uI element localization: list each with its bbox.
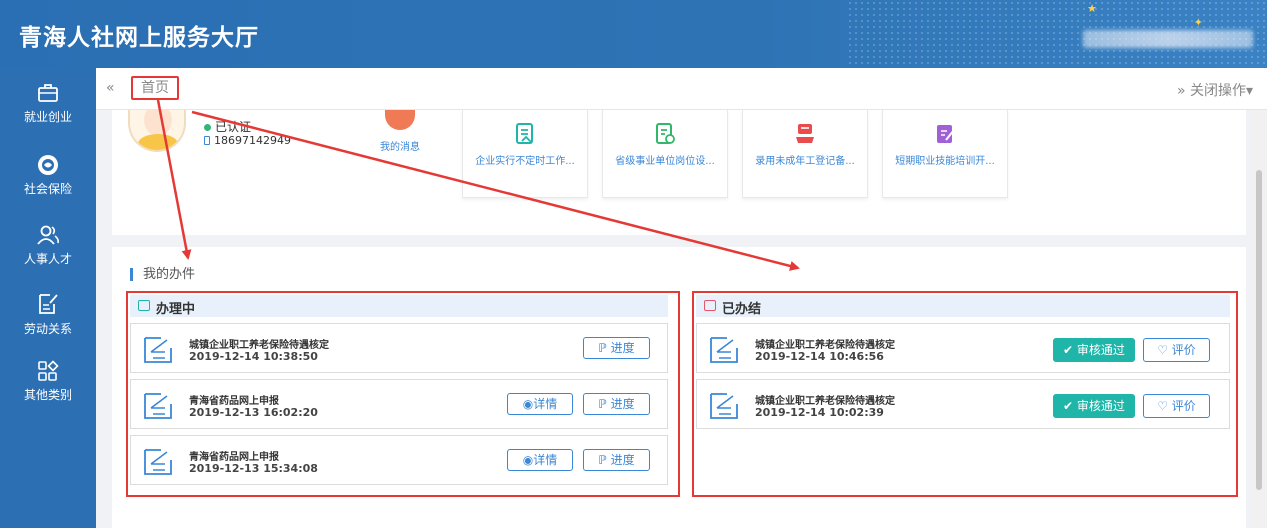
sidebar-item-label: 劳动关系 xyxy=(23,322,72,336)
in-progress-header: 办理中 xyxy=(130,295,668,317)
sidebar-item-employment[interactable]: 就业创业 xyxy=(0,72,96,142)
task-name: 青海省药品网上申报 xyxy=(189,396,279,407)
sidebar-item-personnel[interactable]: 人事人才 xyxy=(0,214,96,284)
registration-icon xyxy=(796,124,814,143)
verified-label: 已认证 xyxy=(215,120,252,134)
rate-label: 评价 xyxy=(1171,343,1196,357)
phone-value: 18697142949 xyxy=(214,134,291,147)
blurred-user-info xyxy=(1083,30,1253,48)
close-operations-menu[interactable]: » 关闭操作▾ xyxy=(1177,80,1253,100)
task-time: 2019-12-14 10:38:50 xyxy=(189,350,318,363)
detail-label: 详情 xyxy=(533,453,558,467)
task-name: 青海省药品网上申报 xyxy=(189,452,279,463)
sidebar-item-other[interactable]: 其他类别 xyxy=(0,350,96,420)
task-item: 城镇企业职工养老保险待遇核定 2019-12-14 10:38:50 ℙ 进度 xyxy=(130,323,668,373)
task-name: 城镇企业职工养老保险待遇核定 xyxy=(755,396,895,407)
sidebar: 就业创业 社会保险 人事人才 劳动关系 其他类别 xyxy=(0,68,96,528)
task-item: 城镇企业职工养老保险待遇核定 2019-12-14 10:02:39 ✔ 审核通… xyxy=(696,379,1230,429)
service-card-label: 企业实行不定时工作... xyxy=(475,156,575,167)
service-card-label: 省级事业单位岗位设... xyxy=(615,156,715,167)
tab-home[interactable]: 首页 xyxy=(131,76,179,100)
star-icon: ✦ xyxy=(1193,16,1203,29)
insurance-logo-icon xyxy=(38,155,58,175)
service-card-label: 录用未成年工登记备... xyxy=(755,156,855,167)
sidebar-item-labor-relations[interactable]: 劳动关系 xyxy=(0,282,96,352)
approved-badge[interactable]: ✔ 审核通过 xyxy=(1053,338,1135,362)
task-item: 青海省药品网上申报 2019-12-13 15:34:08 ◉详情 ℙ 进度 xyxy=(130,435,668,485)
in-progress-column: 办理中 城镇企业职工养老保险待遇核定 2019-12-14 10:38:50 ℙ… xyxy=(126,291,680,497)
sidebar-item-social-insurance[interactable]: 社会保险 xyxy=(0,144,96,214)
scrollbar-thumb[interactable] xyxy=(1256,170,1262,490)
document-sign-icon xyxy=(144,449,172,475)
document-sign-icon xyxy=(144,393,172,419)
service-card[interactable]: 企业实行不定时工作... xyxy=(462,110,588,198)
location-pin-icon xyxy=(204,124,211,131)
section-title: 我的办件 xyxy=(130,268,195,281)
phone-icon xyxy=(204,136,210,145)
progress-label: 进度 xyxy=(610,453,635,467)
task-item: 青海省药品网上申报 2019-12-13 16:02:20 ◉详情 ℙ 进度 xyxy=(130,379,668,429)
service-card-label: 短期职业技能培训开... xyxy=(895,156,995,167)
monitor-check-icon xyxy=(704,300,716,311)
task-name: 城镇企业职工养老保险待遇核定 xyxy=(755,340,895,351)
my-messages-button[interactable]: 我的消息 xyxy=(370,110,430,153)
service-card[interactable]: 录用未成年工登记备... xyxy=(742,110,868,198)
main-content: 已认证 18697142949 我的消息 企业实行不定时工作... 省级事业单位… xyxy=(96,110,1251,528)
avatar[interactable] xyxy=(128,110,186,152)
approved-label: 审核通过 xyxy=(1076,343,1125,357)
my-tasks-panel: 我的办件 办理中 城镇企业职工养老保险待遇核定 2019-12-14 10:38… xyxy=(112,247,1246,528)
done-column: 已办结 城镇企业职工养老保险待遇核定 2019-12-14 10:46:56 ✔… xyxy=(692,291,1238,497)
approved-label: 审核通过 xyxy=(1076,399,1125,413)
checklist-icon xyxy=(656,123,675,144)
document-edit-icon xyxy=(39,294,58,314)
service-card[interactable]: 短期职业技能培训开... xyxy=(882,110,1008,198)
app-header: 青海人社网上服务大厅 ★ ✦ xyxy=(0,0,1267,68)
task-name: 城镇企业职工养老保险待遇核定 xyxy=(189,340,329,351)
rate-label: 评价 xyxy=(1171,399,1196,413)
done-title: 已办结 xyxy=(722,302,762,317)
progress-label: 进度 xyxy=(610,397,635,411)
done-header: 已办结 xyxy=(696,295,1230,317)
detail-label: 详情 xyxy=(533,397,558,411)
rate-button[interactable]: ♡ 评价 xyxy=(1143,394,1210,418)
in-progress-title: 办理中 xyxy=(156,302,196,317)
sidebar-item-label: 人事人才 xyxy=(23,252,72,266)
briefcase-icon xyxy=(38,84,58,102)
detail-button[interactable]: ◉详情 xyxy=(507,449,573,471)
progress-label: 进度 xyxy=(610,341,635,355)
sidebar-item-label: 其他类别 xyxy=(23,388,72,402)
sidebar-item-label: 社会保险 xyxy=(23,182,72,196)
bell-icon xyxy=(385,110,415,130)
task-time: 2019-12-13 15:34:08 xyxy=(189,462,318,475)
document-sign-icon xyxy=(710,393,738,419)
star-icon: ★ xyxy=(1087,2,1097,15)
progress-button[interactable]: ℙ 进度 xyxy=(583,393,650,415)
progress-button[interactable]: ℙ 进度 xyxy=(583,337,650,359)
verified-status: 已认证 xyxy=(204,118,251,135)
document-sign-icon xyxy=(710,337,738,363)
app-title: 青海人社网上服务大厅 xyxy=(19,24,259,51)
people-icon xyxy=(37,225,59,245)
service-card[interactable]: 省级事业单位岗位设... xyxy=(602,110,728,198)
vertical-scrollbar[interactable] xyxy=(1251,110,1267,528)
edit-icon xyxy=(937,125,955,143)
progress-button[interactable]: ℙ 进度 xyxy=(583,449,650,471)
rate-button[interactable]: ♡ 评价 xyxy=(1143,338,1210,362)
task-time: 2019-12-14 10:02:39 xyxy=(755,406,884,419)
task-time: 2019-12-14 10:46:56 xyxy=(755,350,884,363)
tab-bar: « 首页 » 关闭操作▾ xyxy=(96,68,1267,110)
tab-scroll-left-button[interactable]: « xyxy=(106,80,115,96)
form-icon xyxy=(516,123,533,144)
monitor-icon xyxy=(138,300,150,311)
task-item: 城镇企业职工养老保险待遇核定 2019-12-14 10:46:56 ✔ 审核通… xyxy=(696,323,1230,373)
detail-button[interactable]: ◉详情 xyxy=(507,393,573,415)
sidebar-item-label: 就业创业 xyxy=(23,110,72,124)
my-messages-label: 我的消息 xyxy=(380,142,420,153)
profile-panel: 已认证 18697142949 我的消息 企业实行不定时工作... 省级事业单位… xyxy=(112,110,1246,235)
phone-number: 18697142949 xyxy=(204,134,291,147)
grid-diamond-icon xyxy=(38,360,59,381)
task-time: 2019-12-13 16:02:20 xyxy=(189,406,318,419)
document-sign-icon xyxy=(144,337,172,363)
approved-badge[interactable]: ✔ 审核通过 xyxy=(1053,394,1135,418)
